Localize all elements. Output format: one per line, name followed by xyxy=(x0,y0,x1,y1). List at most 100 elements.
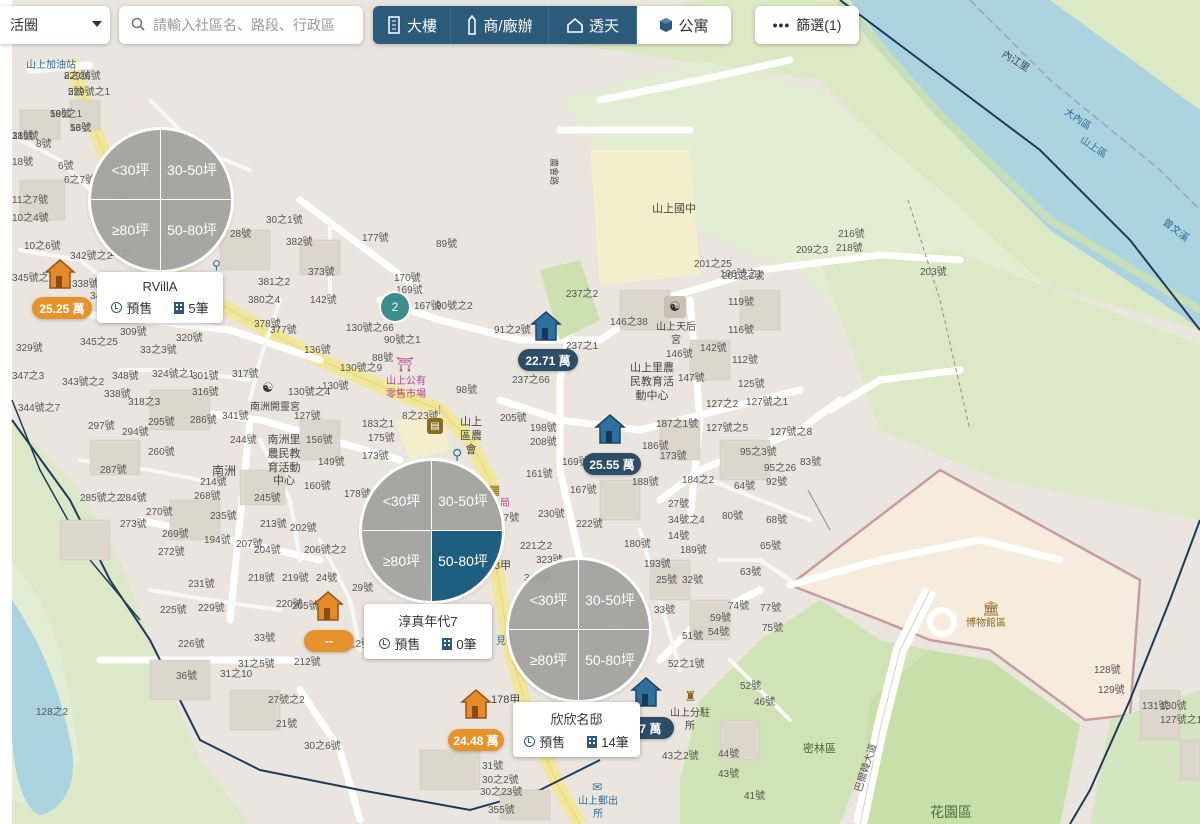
street-number-label: 230號 xyxy=(538,509,565,520)
record-count: 0筆 xyxy=(442,634,477,653)
street-number-label: 324號之1 xyxy=(152,369,195,380)
type-button-townhouse[interactable]: 透天 xyxy=(549,6,637,44)
museum-icon[interactable]: 🏛 xyxy=(982,600,1000,617)
community-name: 淳真年代7 xyxy=(398,614,458,629)
house-marker-icon[interactable] xyxy=(460,688,492,720)
street-number-label: 202號 xyxy=(290,523,317,534)
pie-quadrant[interactable]: <30坪 xyxy=(362,461,432,531)
pie-quadrant[interactable]: 30-50坪 xyxy=(579,560,649,630)
house-marker-icon[interactable] xyxy=(44,258,76,290)
street-number-label: 18號 xyxy=(12,157,34,168)
type-button-office[interactable]: 商/廠辦 xyxy=(451,6,549,44)
street-number-label: 170號 xyxy=(394,273,421,284)
community-name: 欣欣名邸 xyxy=(550,712,603,727)
building-icon xyxy=(174,301,185,314)
price-badge[interactable]: 22.71 萬 xyxy=(518,349,578,371)
price-badge[interactable]: 24.48 萬 xyxy=(448,729,504,751)
street-number-label: 345之25 xyxy=(80,337,118,348)
pie-quadrant[interactable]: <30坪 xyxy=(91,130,161,200)
street-number-label: 5號 xyxy=(68,87,84,98)
street-number-label: 51號 xyxy=(682,631,704,642)
place-label-museum: 博物館區 xyxy=(966,618,1006,629)
street-number-label: 237之66 xyxy=(512,375,550,386)
post-office-icon[interactable]: ✉ xyxy=(592,780,602,794)
street-number-label: 222號 xyxy=(576,519,603,530)
street-number-label: 130號 xyxy=(1160,701,1187,712)
pie-quadrant[interactable]: 30-50坪 xyxy=(161,130,231,200)
street-number-label: 317號 xyxy=(232,369,259,380)
price-badge[interactable]: 25.25 萬 xyxy=(32,297,92,319)
price-badge[interactable]: 25.55 萬 xyxy=(583,453,641,475)
filter-button[interactable]: ••• 篩選(1) xyxy=(755,6,859,44)
community-card[interactable]: 淳真年代7 預售 0筆 xyxy=(364,604,492,659)
office-tower-icon xyxy=(468,15,477,35)
street-number-label: 235號 xyxy=(210,511,237,522)
street-number-label: 30之2號 xyxy=(482,775,519,786)
pie-quadrant[interactable]: <30坪 xyxy=(509,560,579,630)
pie-quadrant[interactable]: 50-80坪 xyxy=(161,200,231,270)
police-icon[interactable]: ♜ xyxy=(684,688,697,705)
clock-icon xyxy=(111,302,123,313)
pie-quadrant[interactable]: 30-50坪 xyxy=(432,461,502,531)
street-number-label: 285號之2 xyxy=(80,493,123,504)
street-number-label: 320號 xyxy=(176,333,203,344)
street-number-label: 287號 xyxy=(100,465,127,476)
street-number-label: 284號 xyxy=(120,493,147,504)
place-label-post-office: 山上郵出所 xyxy=(578,796,618,820)
community-card[interactable]: RVillA 預售 5筆 xyxy=(97,272,223,323)
street-number-label: 24號 xyxy=(316,573,338,584)
house-icon xyxy=(567,17,583,33)
street-number-label: 125號 xyxy=(738,379,765,390)
apartment-cube-icon xyxy=(660,18,673,32)
bank-icon[interactable]: ▤ xyxy=(427,418,443,434)
street-number-label: 167號 xyxy=(570,485,597,496)
cluster-count-marker[interactable]: 2 xyxy=(381,293,409,321)
market-icon[interactable]: ⛩ xyxy=(396,356,414,373)
house-marker-icon[interactable] xyxy=(530,310,562,342)
pin-icon[interactable]: ⁞ xyxy=(438,403,441,417)
street-number-label: 65號 xyxy=(760,541,782,552)
street-number-label: 216號 xyxy=(838,229,865,240)
street-number-label: 297號 xyxy=(88,421,115,432)
clock-icon xyxy=(379,638,391,649)
building-icon xyxy=(587,735,598,748)
street-number-label: 189號 xyxy=(680,545,707,556)
street-number-label: 30之1號 xyxy=(266,215,303,226)
street-number-label: 27號 xyxy=(668,499,690,510)
search-input[interactable] xyxy=(153,17,353,33)
pie-quadrant[interactable]: ≥80坪 xyxy=(362,531,432,601)
street-number-label: 21號 xyxy=(276,719,298,730)
price-badge[interactable]: -- xyxy=(304,630,354,652)
type-button-apartment[interactable]: 公寓 xyxy=(637,6,731,44)
building-icon xyxy=(442,637,453,650)
type-button-building[interactable]: 大樓 xyxy=(373,6,451,44)
map-canvas[interactable]: 229號 229號之1 195之1 13號 18號 8號 6號 6之7號 18號 11之7號 10之… xyxy=(0,0,1200,824)
search-box[interactable] xyxy=(119,6,363,44)
street-number-label: 221之2 xyxy=(520,541,553,552)
pie-quadrant-active[interactable]: 50-80坪 xyxy=(432,531,502,601)
street-number-label: 229號 xyxy=(198,603,225,614)
pie-quadrant[interactable]: ≥80坪 xyxy=(91,200,161,270)
house-marker-icon[interactable] xyxy=(594,413,626,445)
pie-quadrant[interactable]: ≥80坪 xyxy=(509,630,579,700)
street-number-label: 347之3 xyxy=(12,371,45,382)
street-number-label: 127號之1 xyxy=(1160,715,1200,726)
street-number-label: 30之23號 xyxy=(480,787,523,798)
street-number-label: 127號之1 xyxy=(746,397,789,408)
area-label-garden: 花園區 xyxy=(930,804,972,820)
size-filter-pie[interactable]: <30坪 30-50坪 ≥80坪 50-80坪 xyxy=(91,130,231,270)
street-number-label: 112號 xyxy=(732,355,758,366)
street-number-label: 380之4 xyxy=(248,295,281,306)
temple-icon[interactable]: ☯ xyxy=(664,296,686,318)
type-label: 商/廠辦 xyxy=(483,17,533,35)
place-label-public-market: 山上公有零售市場 xyxy=(386,376,426,400)
size-filter-pie[interactable]: <30坪 30-50坪 ≥80坪 50-80坪 xyxy=(362,461,502,601)
house-marker-icon[interactable] xyxy=(312,590,344,622)
pie-quadrant[interactable]: 50-80坪 xyxy=(579,630,649,700)
temple-icon[interactable]: ☯ xyxy=(262,380,274,396)
street-number-label: 127號之5 xyxy=(706,423,749,434)
district-select[interactable]: 活圈 xyxy=(0,6,110,44)
street-number-label: 8之26號 xyxy=(64,71,101,82)
community-card[interactable]: 欣欣名邸 預售 14筆 xyxy=(513,702,640,757)
size-filter-pie[interactable]: <30坪 30-50坪 ≥80坪 50-80坪 xyxy=(509,560,649,700)
